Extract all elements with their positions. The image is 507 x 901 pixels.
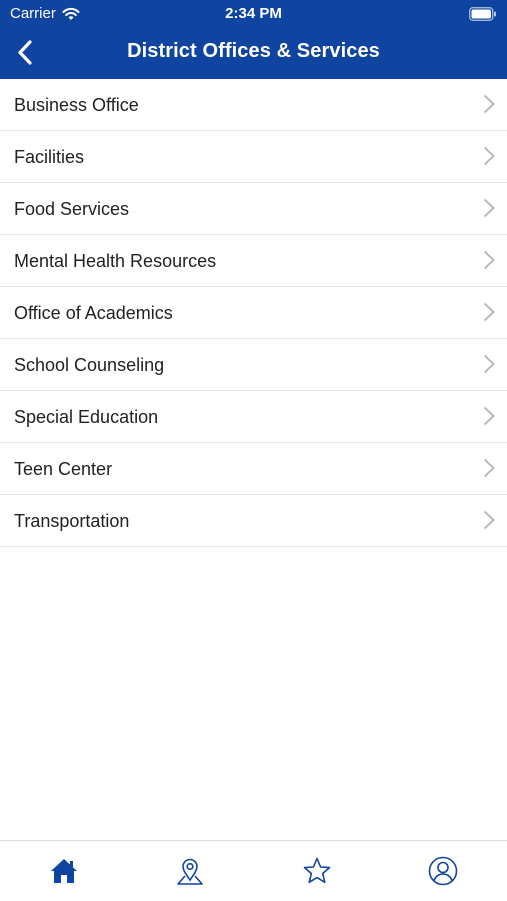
list-item-school-counseling[interactable]: School Counseling: [0, 339, 507, 391]
chevron-right-icon: [483, 94, 495, 114]
list-item-special-education[interactable]: Special Education: [0, 391, 507, 443]
chevron-right-icon: [483, 250, 495, 270]
chevron-right-icon: [483, 406, 495, 426]
chevron-right-icon: [483, 198, 495, 218]
list-item-office-of-academics[interactable]: Office of Academics: [0, 287, 507, 339]
chevron-right-icon: [483, 354, 495, 374]
chevron-right-icon: [483, 146, 495, 166]
list-item-facilities[interactable]: Facilities: [0, 131, 507, 183]
map-pin-icon: [177, 858, 203, 885]
list-item-label: Mental Health Resources: [14, 251, 217, 271]
list-item-label: Food Services: [14, 199, 130, 219]
home-icon: [51, 859, 77, 883]
tab-home[interactable]: [48, 855, 80, 887]
list-item-teen-center[interactable]: Teen Center: [0, 443, 507, 495]
list-item-label: School Counseling: [14, 355, 165, 375]
navigation-bar: District Offices & Services: [0, 28, 507, 79]
list-item-label: Business Office: [14, 95, 139, 115]
services-list: Business Office Facilities Food Services…: [0, 79, 507, 547]
chevron-right-icon: [483, 510, 495, 530]
status-time: 2:34 PM: [225, 5, 282, 22]
tab-map[interactable]: [174, 855, 206, 887]
page-title: District Offices & Services: [127, 40, 380, 62]
list-item-label: Special Education: [14, 407, 159, 427]
list-item-label: Office of Academics: [14, 303, 173, 323]
tab-bar: [0, 840, 507, 901]
list-item-mental-health-resources[interactable]: Mental Health Resources: [0, 235, 507, 287]
tab-profile[interactable]: [427, 855, 459, 887]
list-item-business-office[interactable]: Business Office: [0, 79, 507, 131]
tab-favorites[interactable]: [301, 855, 333, 887]
status-bar: Carrier 2:34 PM: [0, 0, 507, 28]
list-item-label: Transportation: [14, 511, 130, 531]
list-item-label: Facilities: [14, 147, 85, 167]
user-icon: [428, 856, 458, 886]
chevron-right-icon: [483, 302, 495, 322]
list-item-food-services[interactable]: Food Services: [0, 183, 507, 235]
battery-icon: [469, 7, 496, 21]
chevron-right-icon: [483, 458, 495, 478]
list-item-label: Teen Center: [14, 459, 113, 479]
star-icon: [303, 857, 331, 884]
list-item-transportation[interactable]: Transportation: [0, 495, 507, 547]
